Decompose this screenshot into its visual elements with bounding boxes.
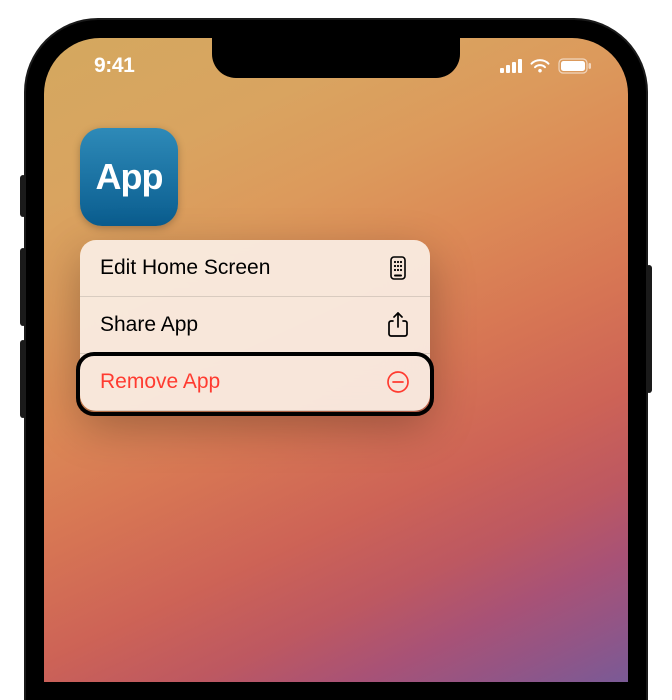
status-time: 9:41 — [94, 54, 134, 78]
menu-item-label: Remove App — [100, 370, 220, 394]
volume-down-button[interactable] — [20, 340, 26, 418]
battery-icon — [558, 58, 592, 74]
wifi-icon — [529, 58, 551, 74]
mute-switch[interactable] — [20, 175, 26, 217]
menu-item-share-app[interactable]: Share App — [80, 297, 430, 354]
menu-item-remove-app[interactable]: Remove App — [80, 354, 430, 411]
notch — [212, 38, 460, 78]
screen: 9:41 App Edi — [44, 38, 628, 682]
apps-icon — [386, 256, 410, 280]
share-icon — [386, 313, 410, 337]
phone-frame: 9:41 App Edi — [26, 20, 646, 700]
menu-item-label: Share App — [100, 313, 198, 337]
app-icon-label: App — [96, 156, 163, 198]
power-button[interactable] — [646, 265, 652, 393]
menu-item-edit-home-screen[interactable]: Edit Home Screen — [80, 240, 430, 297]
remove-icon — [386, 370, 410, 394]
status-icons — [500, 54, 592, 78]
context-menu: Edit Home Screen Share App — [80, 240, 430, 411]
app-icon[interactable]: App — [80, 128, 178, 226]
menu-item-label: Edit Home Screen — [100, 256, 270, 280]
volume-up-button[interactable] — [20, 248, 26, 326]
cellular-signal-icon — [500, 59, 522, 73]
